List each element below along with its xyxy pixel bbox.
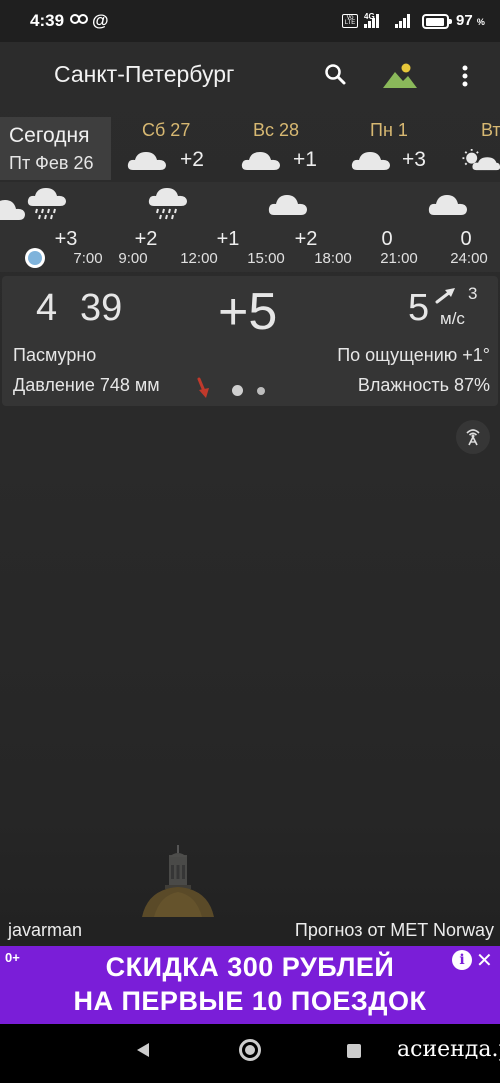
humidity: Влажность 87% [357, 375, 490, 395]
hour-temp: +2 [134, 228, 158, 250]
cloud-icon [241, 152, 280, 170]
ad-subheadline: НА ПЕРВЫЕ 10 ПОЕЗДОК [73, 986, 427, 1016]
tab-day-1[interactable]: Сб 27 +2 [114, 117, 224, 180]
tab-day-2[interactable]: Вс 28 +1 [230, 117, 340, 180]
current-time-marker [25, 248, 45, 268]
cloud-icon [0, 200, 25, 220]
day-temp: +1 [293, 148, 317, 171]
pressure-falling-icon [197, 377, 209, 398]
ad-banner[interactable]: 0+ СКИДКА 300 РУБЛЕЙ НА ПЕРВЫЕ 10 ПОЕЗДО… [0, 946, 500, 1024]
feels-like: По ощущению +1° [337, 345, 490, 365]
hour-time: 21:00 [380, 250, 418, 267]
signal-icon [364, 14, 380, 28]
status-time: 4:39 [30, 11, 65, 30]
tab-today[interactable]: Сегодня Пт Фев 26 [0, 117, 111, 180]
tab-day-3[interactable]: Пн 1 +3 [345, 117, 455, 180]
navigation-bar: асиенда.ру [0, 1024, 500, 1083]
hour-temp: +1 [216, 228, 240, 250]
volte-icon: Vo LTE [342, 14, 358, 28]
recents-icon[interactable] [347, 1044, 361, 1058]
hour-time: 24:00 [450, 250, 488, 267]
hour-time: 18:00 [314, 250, 352, 267]
hour-temp: +2 [294, 228, 318, 250]
day-name: Вс 28 [253, 120, 300, 140]
pressure: Давление 748 мм [13, 375, 160, 395]
today-label: Сегодня [9, 124, 90, 147]
wind-speed: 5 [408, 287, 430, 329]
ad-info-icon[interactable]: i [452, 950, 472, 970]
photo-author-link[interactable]: javarman [8, 920, 82, 941]
search-icon[interactable] [323, 62, 349, 88]
ad-headline: СКИДКА 300 РУБЛЕЙ [105, 952, 395, 982]
back-icon[interactable] [134, 1041, 152, 1059]
wind-gust: 3 [468, 284, 478, 303]
current-time-minutes: 39 [80, 287, 123, 329]
day-name: Пн 1 [370, 120, 408, 140]
cloud-icon [268, 195, 307, 215]
hour-time: 9:00 [118, 250, 148, 267]
radar-button[interactable] [456, 420, 490, 454]
wind-unit: м/с [440, 309, 465, 328]
background-cathedral-dome [142, 845, 214, 917]
tab-day-4[interactable]: Вт [458, 117, 500, 180]
battery-icon [422, 14, 452, 29]
page-indicator-dot[interactable] [257, 387, 265, 395]
signal-icon [395, 14, 411, 28]
day-name: Вт [481, 120, 500, 140]
current-temperature: +5 [218, 283, 278, 341]
current-time-hours: 4 [36, 287, 58, 329]
hour-time: 15:00 [247, 250, 285, 267]
hour-time: 12:00 [180, 250, 218, 267]
day-name: Сб 27 [142, 120, 191, 140]
today-date: Пт Фев 26 [9, 153, 94, 173]
cloud-icon [127, 152, 166, 170]
rain-cloud-icon [27, 188, 66, 220]
day-temp: +3 [402, 148, 426, 171]
home-icon[interactable] [239, 1039, 261, 1061]
cloud-icon [428, 195, 467, 215]
menu-icon[interactable] [458, 64, 472, 90]
radar-icon [466, 429, 480, 446]
cloud-icon [351, 152, 390, 170]
ad-close-icon[interactable]: ✕ [476, 948, 493, 973]
hour-temp: 0 [460, 228, 472, 250]
hour-temp: 0 [381, 228, 393, 250]
hour-temp: +3 [54, 228, 78, 250]
status-bar: 4:39 @ Vo LTE 4G 97 % [0, 0, 500, 42]
watermark: асиенда.ру [397, 1037, 500, 1062]
city-title[interactable]: Санкт-Петербург [54, 61, 234, 88]
page-indicator-dot-active[interactable] [232, 385, 243, 396]
wind-direction-icon [435, 288, 455, 304]
sun-cloud-icon [462, 149, 500, 171]
condition-text: Пасмурно [13, 345, 97, 365]
link-icon [70, 12, 88, 30]
forecast-source-link[interactable]: Прогноз от MET Norway [295, 920, 494, 941]
at-icon: @ [92, 11, 109, 30]
battery-percent: 97 % [456, 12, 485, 29]
day-temp: +2 [180, 148, 204, 171]
rain-cloud-icon [148, 188, 187, 220]
wallpaper-icon[interactable] [381, 62, 419, 90]
